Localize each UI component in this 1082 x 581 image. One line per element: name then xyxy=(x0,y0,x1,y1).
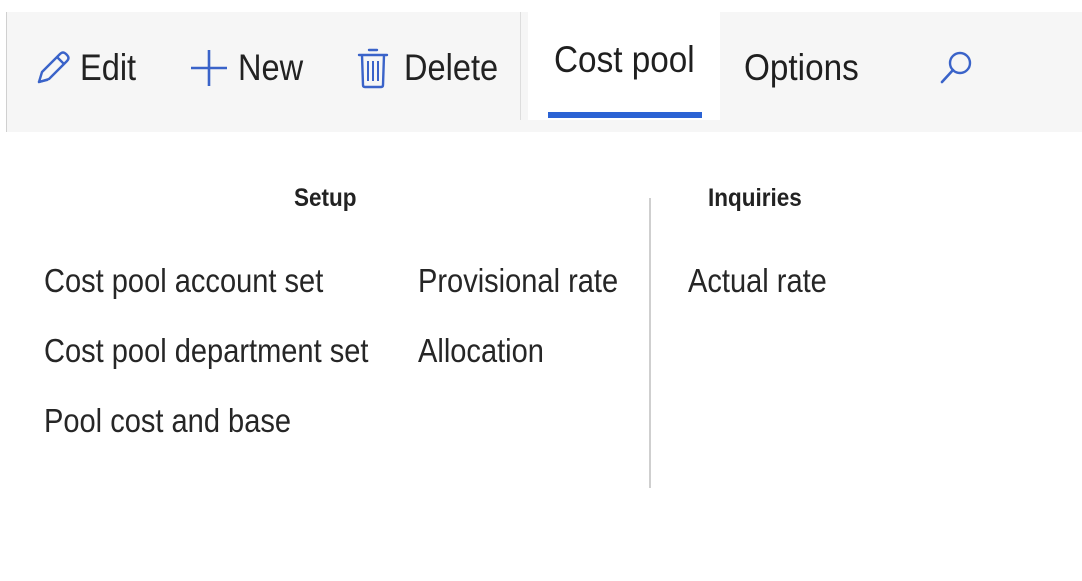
action-separator xyxy=(520,12,521,120)
menu-item-pool-cost-and-base[interactable]: Pool cost and base xyxy=(44,402,325,440)
plus-icon xyxy=(186,45,232,91)
search-button[interactable] xyxy=(934,46,978,90)
tab-options-label: Options xyxy=(744,47,859,88)
group-header-inquiries: Inquiries xyxy=(708,184,802,212)
tab-cost-pool[interactable]: Cost pool xyxy=(528,0,720,120)
selected-tab-indicator xyxy=(548,112,702,118)
tab-options[interactable]: Options xyxy=(744,38,872,98)
pencil-icon xyxy=(30,45,76,91)
group-divider xyxy=(649,198,651,488)
menu-item-allocation[interactable]: Allocation xyxy=(418,332,561,370)
menu-item-cost-pool-department-set[interactable]: Cost pool department set xyxy=(44,332,413,370)
page: Edit New Delete Cost pool Options Setup … xyxy=(0,0,1082,581)
menu-item-cost-pool-account-set[interactable]: Cost pool account set xyxy=(44,262,361,300)
menu-item-provisional-rate[interactable]: Provisional rate xyxy=(418,262,645,300)
tab-cost-pool-label: Cost pool xyxy=(554,39,695,80)
menu-item-actual-rate[interactable]: Actual rate xyxy=(688,262,846,300)
search-icon xyxy=(936,48,976,88)
new-button[interactable]: New xyxy=(186,38,312,98)
edit-button-label: Edit xyxy=(80,47,137,88)
edit-button[interactable]: Edit xyxy=(30,38,144,98)
delete-button[interactable]: Delete xyxy=(356,38,511,98)
group-header-setup: Setup xyxy=(294,184,357,212)
trash-icon xyxy=(356,45,390,91)
new-button-label: New xyxy=(238,47,304,88)
delete-button-label: Delete xyxy=(404,47,499,88)
